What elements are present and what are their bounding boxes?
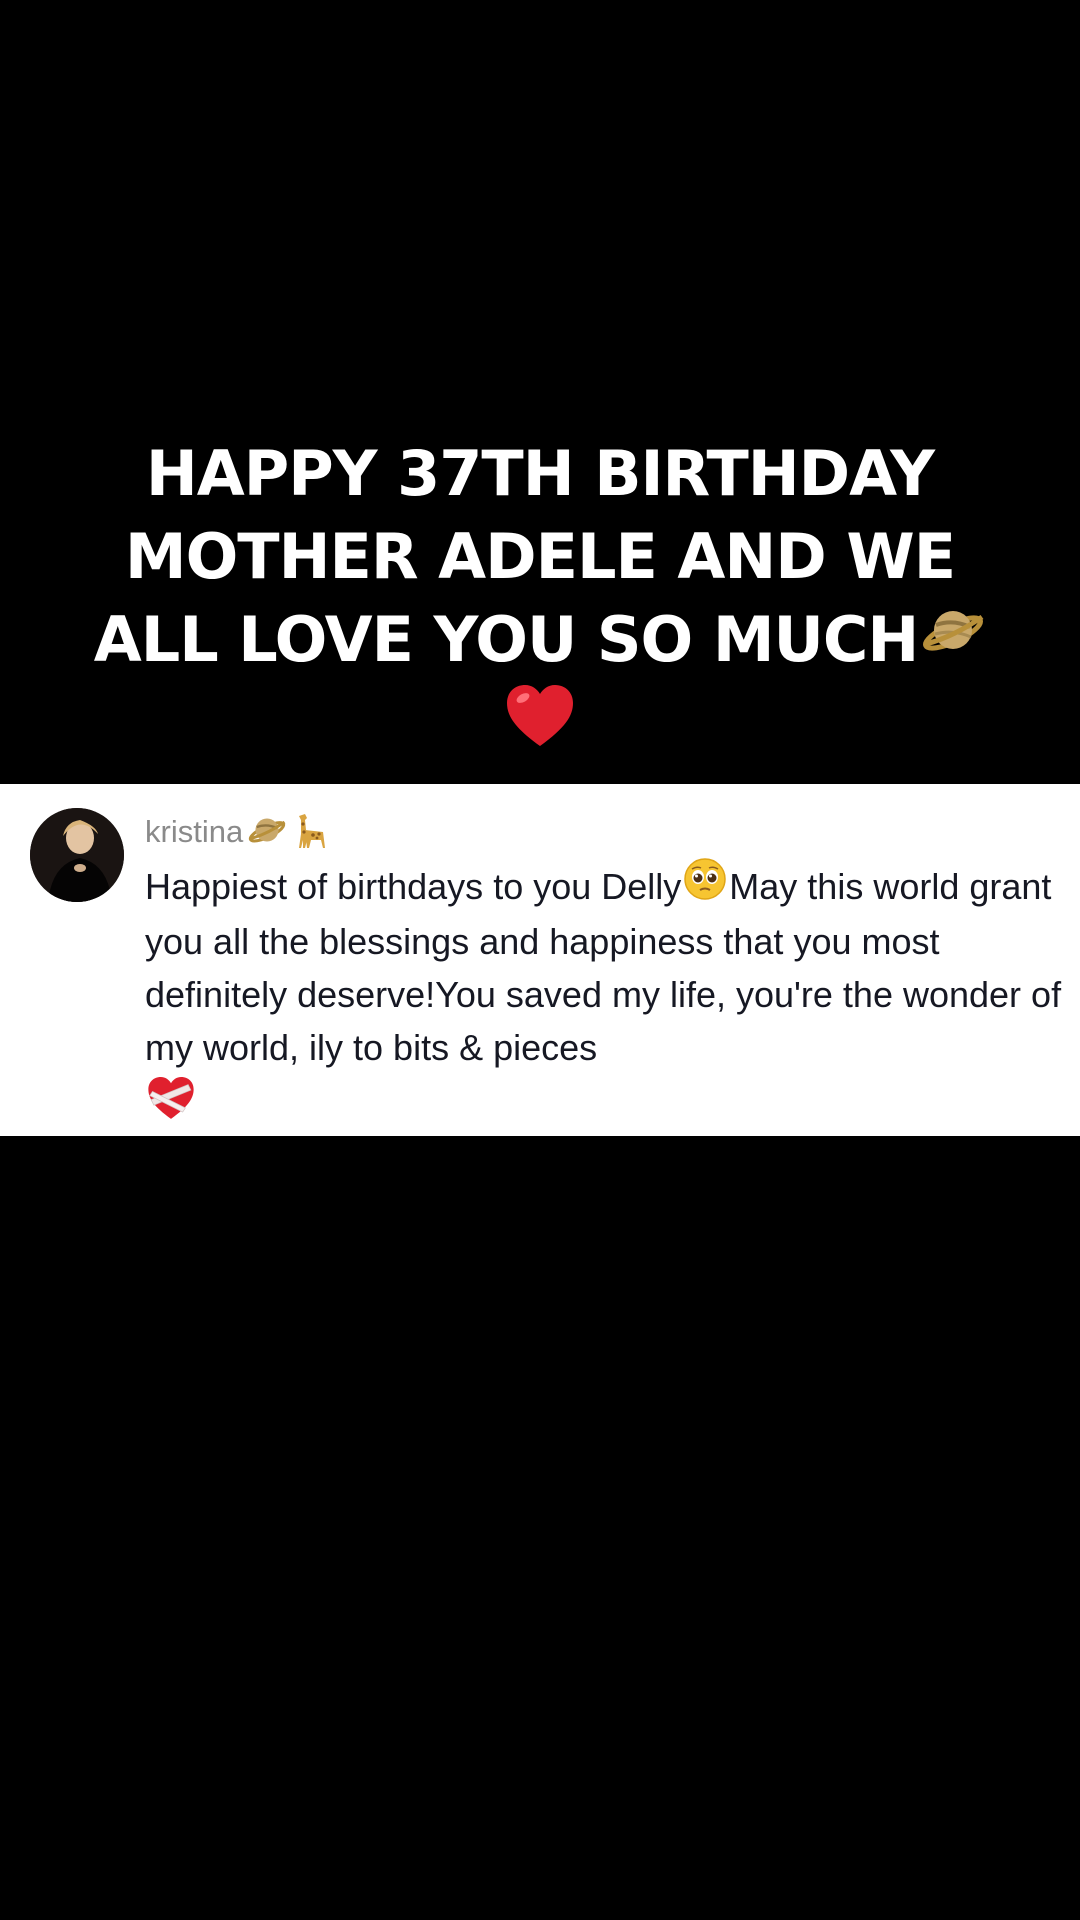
caption-line-3: ALL LOVE YOU SO MUCH	[0, 598, 1080, 687]
comment-header: kristina	[145, 810, 331, 854]
video-caption: HAPPY 37TH BIRTHDAY MOTHER ADELE AND WE …	[0, 432, 1080, 776]
mending-heart-icon	[147, 1076, 195, 1136]
comment-username[interactable]: kristina	[145, 814, 243, 850]
giraffe-icon	[291, 810, 331, 855]
comment-card: kristina Happiest of birthdays to you De…	[0, 784, 1080, 1136]
caption-line-3-text: ALL LOVE YOU SO MUCH	[93, 603, 920, 676]
pleading-face-icon	[683, 857, 727, 915]
avatar[interactable]	[30, 808, 124, 902]
caption-line-1: HAPPY 37TH BIRTHDAY	[145, 437, 935, 510]
ringed-planet-icon	[247, 810, 287, 855]
red-heart-icon	[505, 684, 575, 770]
comment-body: Happiest of birthdays to you Delly May t…	[145, 857, 1075, 1136]
caption-line-4	[0, 684, 1080, 776]
caption-line-2: MOTHER ADELE AND WE	[124, 520, 956, 593]
comment-text-part1: Happiest of birthdays to you Delly	[145, 866, 682, 907]
avatar-image	[30, 808, 124, 902]
ringed-planet-icon	[920, 597, 986, 683]
